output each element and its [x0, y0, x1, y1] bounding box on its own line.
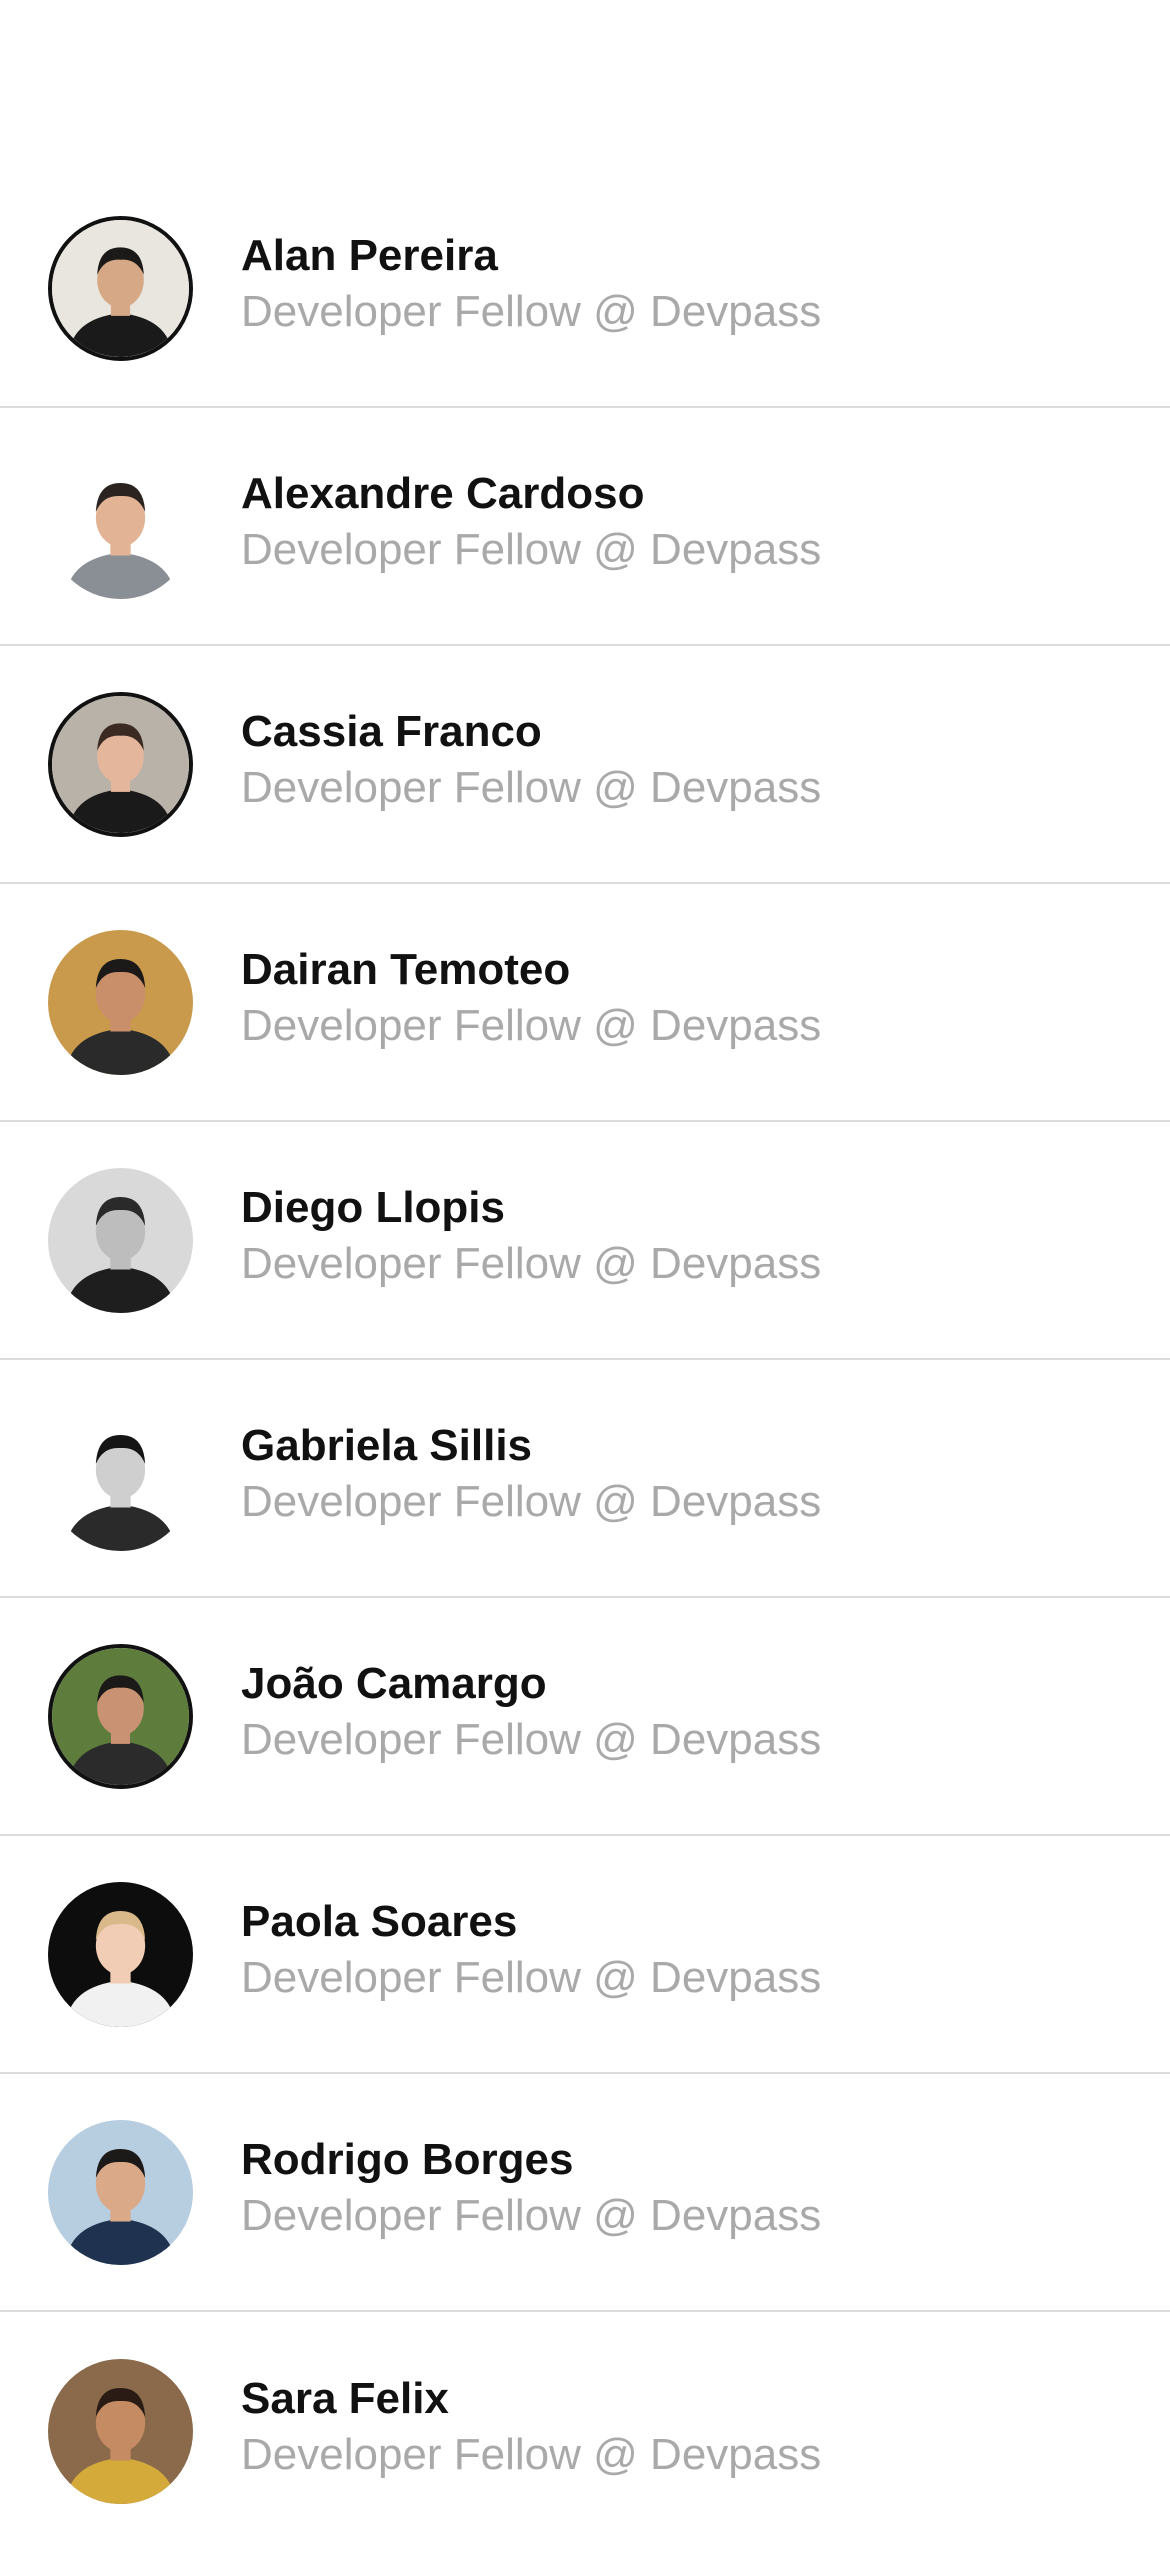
person-name: Diego Llopis	[241, 1183, 505, 1232]
list-item-text: Diego Llopis Developer Fellow @ Devpass	[241, 1180, 821, 1292]
avatar	[48, 216, 193, 361]
list-item-text: Cassia Franco Developer Fellow @ Devpass	[241, 704, 821, 816]
avatar	[48, 1882, 193, 2027]
list-item-text: Alexandre Cardoso Developer Fellow @ Devp…	[241, 466, 821, 578]
person-name: Rodrigo Borges	[241, 2135, 574, 2184]
person-name: Alan Pereira	[241, 231, 498, 280]
list-item-text: Rodrigo Borges Developer Fellow @ Devpass	[241, 2132, 821, 2244]
person-role: Developer Fellow @ Devpass	[241, 2430, 822, 2479]
person-role: Developer Fellow @ Devpass	[241, 287, 822, 336]
person-role: Developer Fellow @ Devpass	[241, 1715, 822, 1764]
avatar	[48, 2359, 193, 2504]
list-item[interactable]: Alan Pereira Developer Fellow @ Devpass	[0, 170, 1170, 408]
list-item-text: Dairan Temoteo Developer Fellow @ Devpass	[241, 942, 821, 1054]
person-name: Gabriela Sillis	[241, 1421, 533, 1470]
avatar	[48, 454, 193, 599]
person-role: Developer Fellow @ Devpass	[241, 2191, 822, 2240]
list-item[interactable]: Gabriela Sillis Developer Fellow @ Devpas…	[0, 1360, 1170, 1598]
list-item-text: Alan Pereira Developer Fellow @ Devpass	[241, 228, 821, 340]
list-item[interactable]: Cassia Franco Developer Fellow @ Devpass	[0, 646, 1170, 884]
list-item-text: Sara Felix Developer Fellow @ Devpass	[241, 2371, 821, 2483]
list-item-text: Paola Soares Developer Fellow @ Devpass	[241, 1894, 821, 2006]
list-item[interactable]: João Camargo Developer Fellow @ Devpass	[0, 1598, 1170, 1836]
avatar	[48, 930, 193, 1075]
avatar	[48, 1644, 193, 1789]
developer-list: Alan Pereira Developer Fellow @ Devpass Al…	[0, 170, 1170, 2550]
list-item[interactable]: Diego Llopis Developer Fellow @ Devpass	[0, 1122, 1170, 1360]
list-item-text: João Camargo Developer Fellow @ Devpass	[241, 1656, 821, 1768]
avatar	[48, 2120, 193, 2265]
person-name: Paola Soares	[241, 1897, 518, 1946]
list-item[interactable]: Alexandre Cardoso Developer Fellow @ Devp…	[0, 408, 1170, 646]
person-role: Developer Fellow @ Devpass	[241, 1953, 822, 2002]
person-name: Cassia Franco	[241, 707, 542, 756]
person-role: Developer Fellow @ Devpass	[241, 763, 822, 812]
list-item[interactable]: Rodrigo Borges Developer Fellow @ Devpass	[0, 2074, 1170, 2312]
list-item[interactable]: Paola Soares Developer Fellow @ Devpass	[0, 1836, 1170, 2074]
status-bar-area	[0, 0, 1170, 170]
person-name: Dairan Temoteo	[241, 945, 571, 994]
person-name: Sara Felix	[241, 2374, 449, 2423]
person-name: João Camargo	[241, 1659, 547, 1708]
list-item[interactable]: Dairan Temoteo Developer Fellow @ Devpass	[0, 884, 1170, 1122]
person-role: Developer Fellow @ Devpass	[241, 1477, 822, 1526]
avatar	[48, 692, 193, 837]
avatar	[48, 1168, 193, 1313]
list-item-text: Gabriela Sillis Developer Fellow @ Devpas…	[241, 1418, 821, 1530]
person-role: Developer Fellow @ Devpass	[241, 1001, 822, 1050]
person-role: Developer Fellow @ Devpass	[241, 525, 822, 574]
person-role: Developer Fellow @ Devpass	[241, 1239, 822, 1288]
list-item[interactable]: Sara Felix Developer Fellow @ Devpass	[0, 2312, 1170, 2550]
avatar	[48, 1406, 193, 1551]
person-name: Alexandre Cardoso	[241, 469, 645, 518]
